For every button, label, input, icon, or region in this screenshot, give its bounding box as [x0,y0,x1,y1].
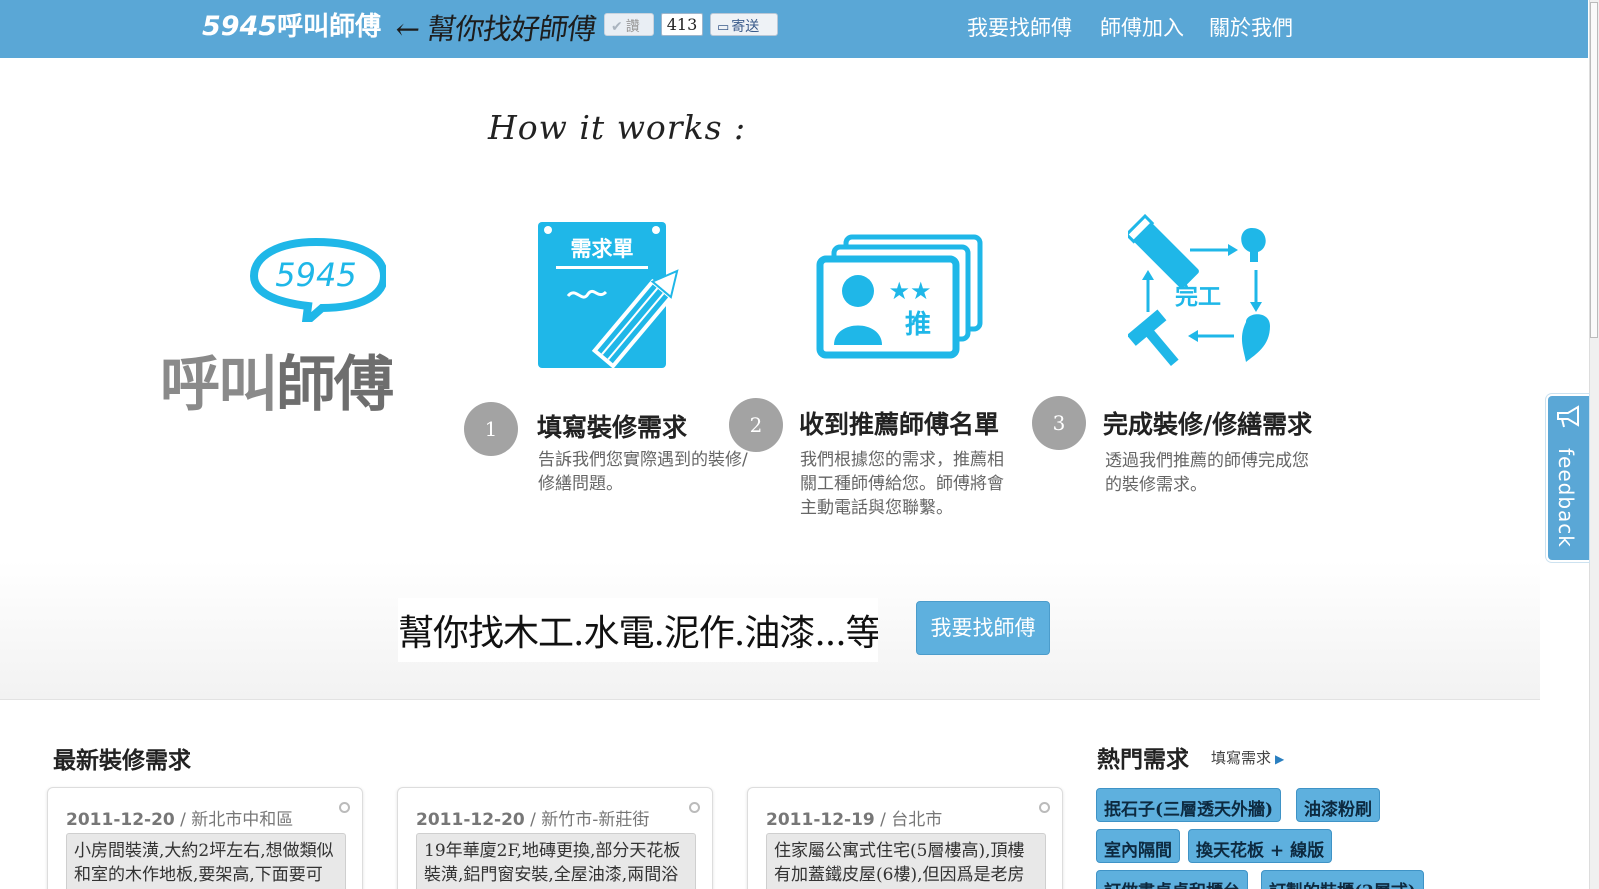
request-meta: 2011-12-19 / 台北市 [766,810,943,830]
step-1-description: 告訴我們您實際遇到的裝修/修繕問題。 [538,450,748,494]
svg-text:★★: ★★ [888,277,931,305]
check-icon: ✔ [611,19,623,35]
request-meta: 2011-12-20 / 新竹市-新莊街 [416,810,650,830]
find-master-button[interactable]: 我要找師傅 [916,601,1050,655]
request-card[interactable]: 2011-12-20 / 新竹市-新莊街 19年華廈2F,地磚更換,部分天花板裝… [397,787,713,889]
megaphone-icon [1557,405,1579,428]
hot-tag[interactable]: 換天花板 + 線版 [1188,829,1333,863]
hot-tag[interactable]: 室內隔間 [1096,829,1180,863]
like-count: 413 [661,13,703,36]
step-3-description: 透過我們推薦的師傅完成您的裝修需求。 [1105,451,1309,495]
step-2-description: 我們根據您的需求，推薦相關工種師傅給您。師傅將會主動電話與您聯繫。 [800,450,1004,518]
scrollbar-thumb[interactable] [1590,2,1598,338]
pin-icon [689,802,700,813]
request-card[interactable]: 2011-12-19 / 台北市 住家屬公寓式住宅(5層樓高),頂樓有加蓋鐵皮屋… [747,787,1063,889]
top-bar: 5945呼叫師傅 ← 幫你找好師傅 ✔ 讚 413 ▭ 寄送 我要找師傅 師傅加入 … [0,0,1588,58]
request-meta: 2011-12-20 / 新北市中和區 [66,810,294,830]
header-tagline: ← 幫你找好師傅 [393,12,598,46]
request-text: 19年華廈2F,地磚更換,部分天花板裝潢,鋁門窗安裝,全屋油漆,兩間浴室重作,需… [416,833,696,889]
hot-tag[interactable]: 訂製的裝櫃(2層式) [1261,870,1424,889]
form-label: 需求單 [571,237,634,261]
step-2-number: 2 [729,398,783,452]
step-3-title: 完成裝修/修繕需求 [1103,410,1313,439]
logo-wordmark: 呼叫師傅 [160,350,394,420]
nav-find-master[interactable]: 我要找師傅 [967,12,1072,42]
brand-number: 5945 [202,11,278,42]
hot-tag[interactable]: 訂做書桌桌和櫃台 [1096,870,1248,889]
handwritten-banner: 幫你找木工.水電.泥作.油漆...等師傅 [398,598,878,662]
tools-cycle-icon: 完工 [1128,214,1270,367]
step-1-number: 1 [464,402,518,456]
hot-tag[interactable]: 抿石子(三層透天外牆) [1096,788,1282,822]
chat-bubble-icon: ▭ [717,20,730,35]
pin-icon [1039,802,1050,813]
speech-bubble-logo: 5945 [250,238,386,322]
brand-name: 呼叫師傅 [277,12,382,42]
step-2-title: 收到推薦師傅名單 [799,410,1000,439]
hot-requests-title: 熱門需求 [1097,747,1189,773]
feedback-label: feedback [1554,448,1578,548]
pin-icon [339,802,350,813]
brand-logo[interactable]: 5945呼叫師傅 [202,6,381,43]
svg-text:推: 推 [905,310,931,340]
step-1-title: 填寫裝修需求 [537,413,688,442]
send-button[interactable]: ▭ 寄送 [710,13,778,36]
arrow-right-icon: ▶ [1275,752,1285,766]
feedback-tab[interactable]: feedback [1546,394,1589,562]
page: 5945呼叫師傅 ← 幫你找好師傅 ✔ 讚 413 ▭ 寄送 我要找師傅 師傅加入 … [0,0,1599,889]
request-text: 住家屬公寓式住宅(5層樓高),頂樓有加蓋鐵皮屋(6樓),但因爲是老房子了,不經意… [766,833,1046,889]
step-3-number: 3 [1032,396,1086,450]
logo-number: 5945 [275,256,356,294]
hot-tag[interactable]: 油漆粉刷 [1296,788,1380,822]
how-it-works-title: How it works : [488,108,747,147]
request-card[interactable]: 2011-12-20 / 新北市中和區 小房間裝潢,大約2坪左右,想做類似和室的… [47,787,363,889]
request-text: 小房間裝潢,大約2坪左右,想做類似和室的木作地板,要架高,下面要可以收納。謝謝! [66,833,346,889]
latest-requests-title: 最新裝修需求 [53,748,191,774]
nav-master-join[interactable]: 師傅加入 [1100,12,1184,42]
form-pencil-icon: 需求單 [538,222,679,369]
like-button[interactable]: ✔ 讚 [604,13,654,36]
id-card-icon: ★★ 推 [816,234,983,359]
fill-request-link[interactable]: 填寫需求 ▶ [1211,747,1284,768]
done-label: 完工 [1175,283,1221,310]
nav-about-us[interactable]: 關於我們 [1209,12,1293,42]
